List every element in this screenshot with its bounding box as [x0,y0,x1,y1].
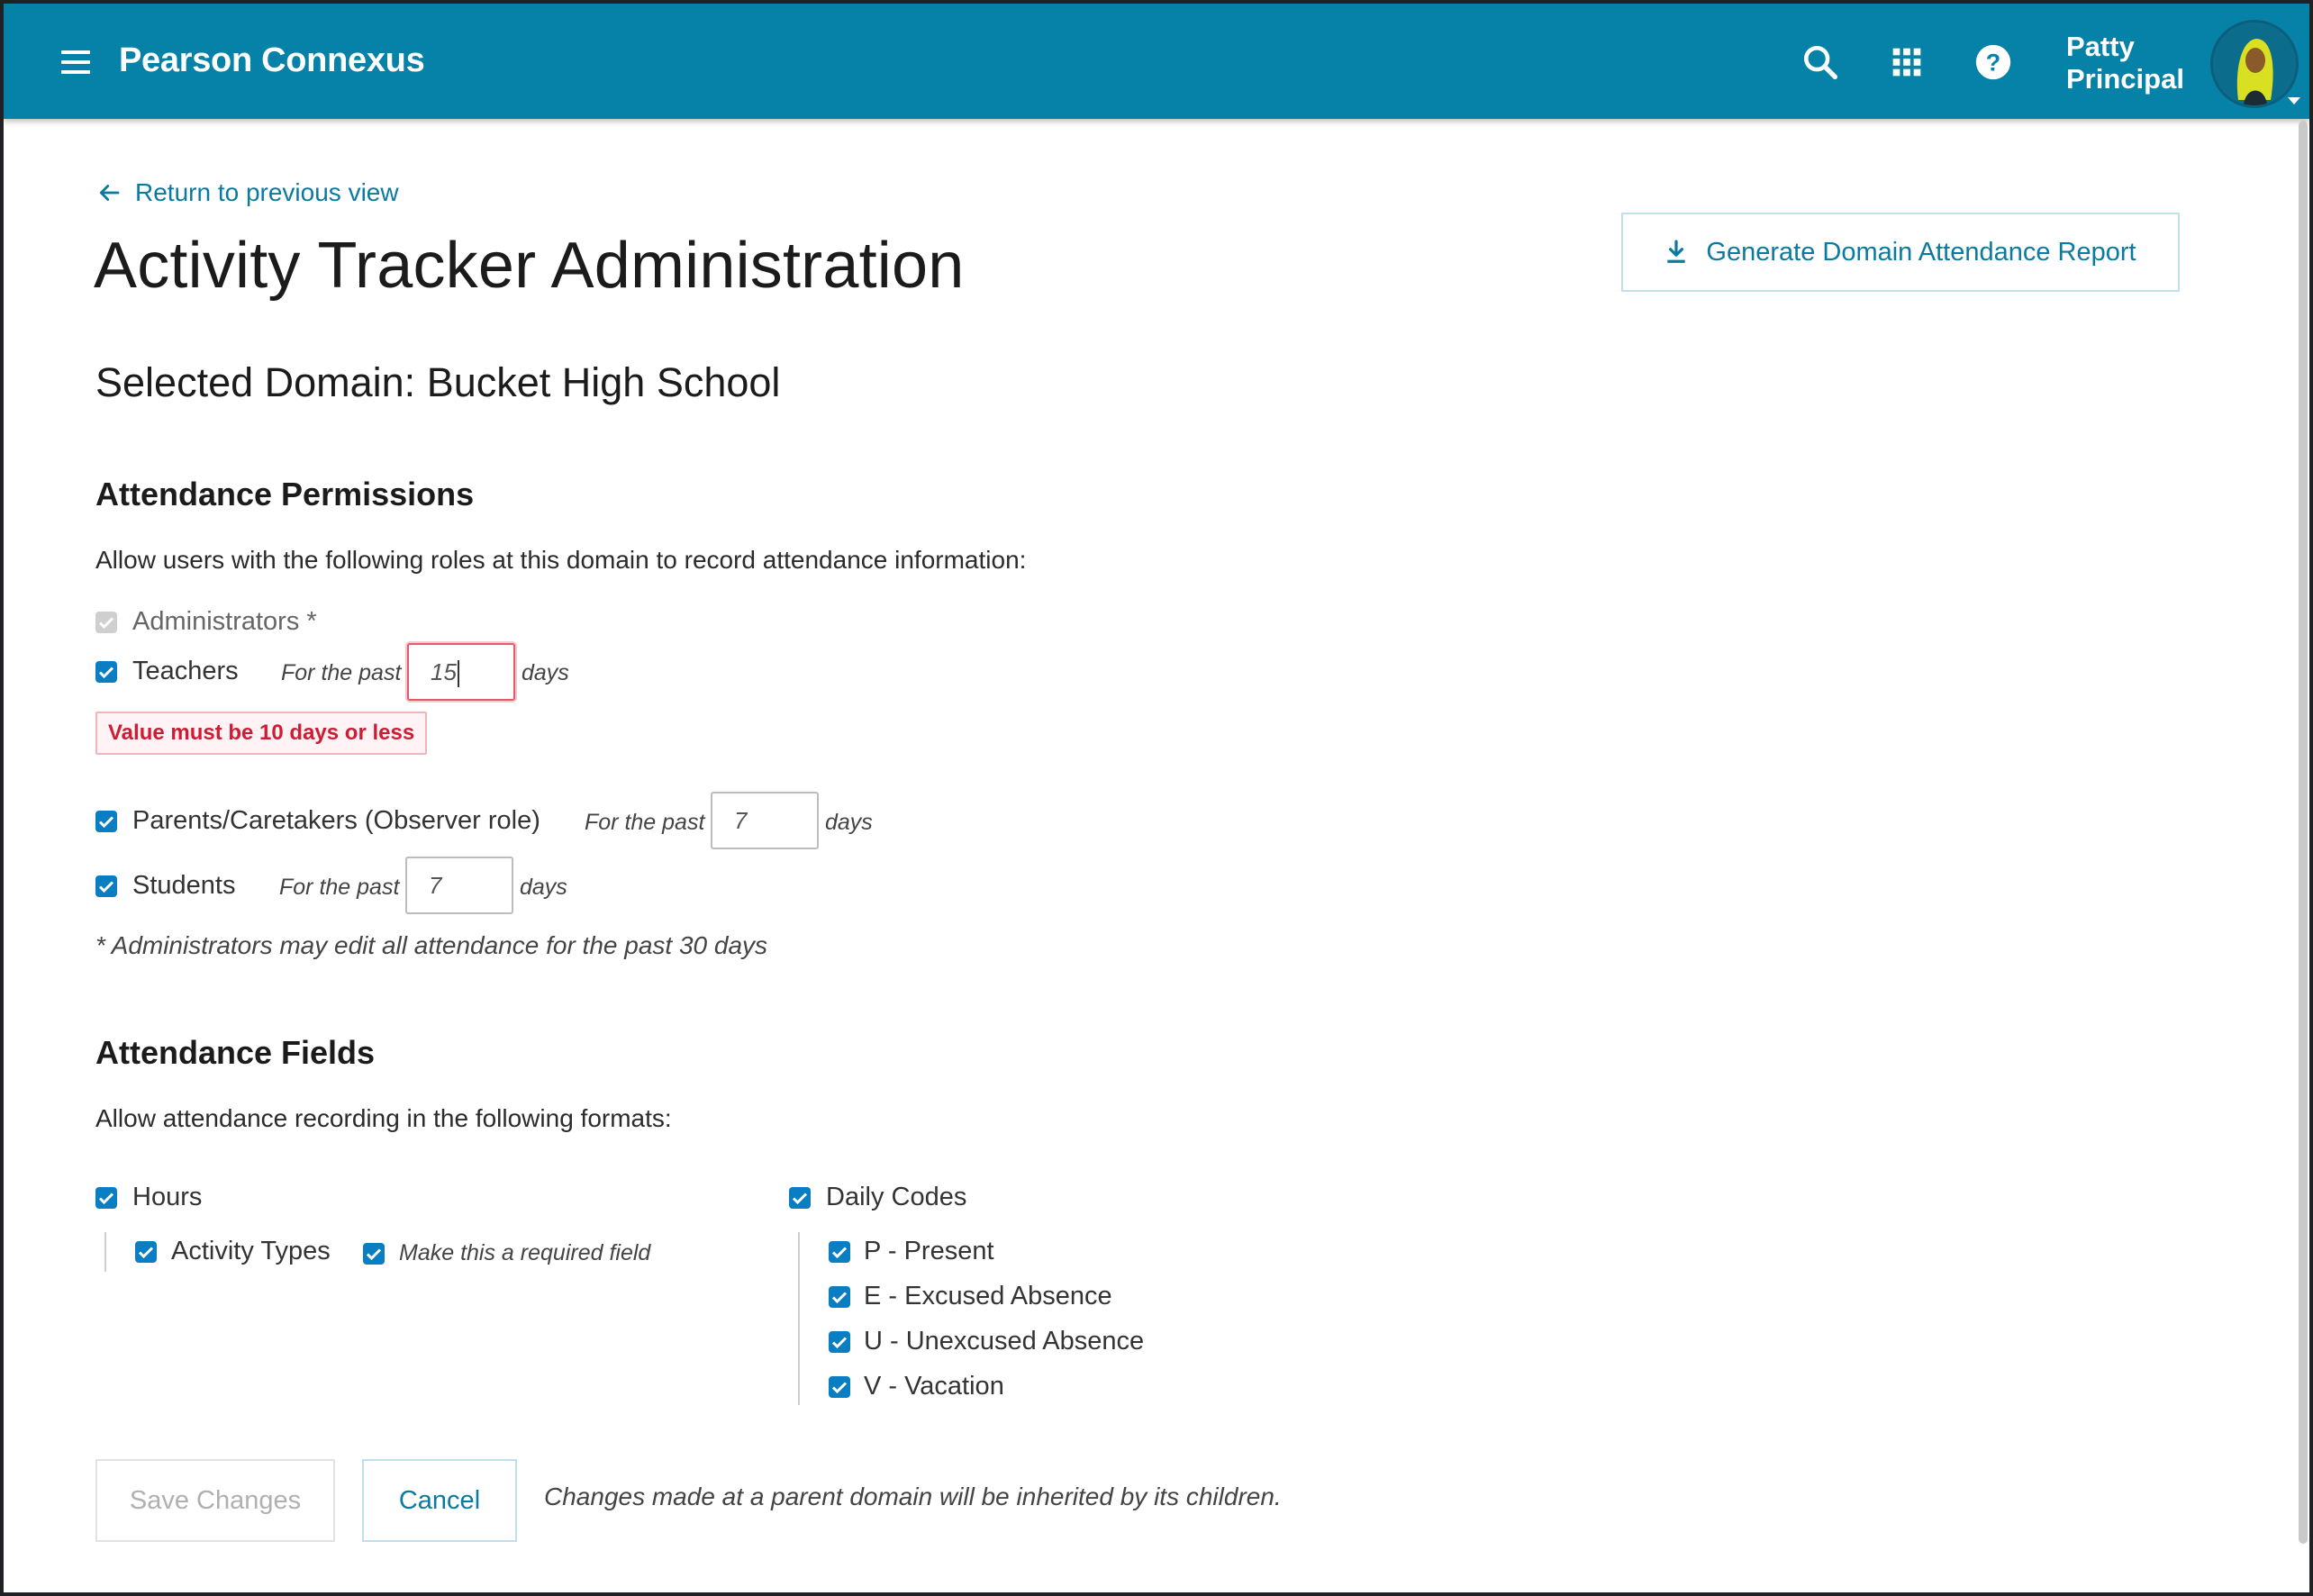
permissions-heading: Attendance Permissions [95,476,475,512]
administrators-note: * Administrators may edit all attendance… [95,931,768,959]
download-icon [1667,240,1686,263]
administrators-label: Administrators * [132,607,317,636]
code-excused-checkbox[interactable] [829,1286,850,1308]
app-window: Pearson Connexus ? Patty Principal Retur… [4,4,2309,1592]
help-icon[interactable]: ? [1973,41,2014,83]
generate-report-button[interactable]: Generate Domain Attendance Report [1621,213,2180,292]
cancel-button[interactable]: Cancel [362,1459,517,1542]
required-field-checkbox[interactable] [363,1243,385,1265]
inheritance-note: Changes made at a parent domain will be … [544,1483,1282,1510]
administrators-checkbox [95,612,117,633]
return-link[interactable]: Return to previous view [95,178,399,207]
chevron-down-icon[interactable] [2288,97,2300,104]
user-last-name: Principal [2066,63,2184,95]
page-title: Activity Tracker Administration [94,230,965,302]
fields-heading: Attendance Fields [95,1034,376,1071]
teachers-days-suffix: days [522,660,569,685]
save-changes-button[interactable]: Save Changes [95,1459,335,1542]
parents-days-suffix: days [825,810,873,835]
brand-name[interactable]: Pearson Connexus [119,41,425,80]
validation-error: Value must be 10 days or less [95,712,428,755]
user-first-name: Patty [2066,31,2135,62]
permissions-description: Allow users with the following roles at … [95,546,1027,574]
parents-checkbox[interactable] [95,811,117,832]
students-for-the-past: For the past [279,875,400,900]
students-days-suffix: days [520,875,567,900]
code-present-label: P - Present [864,1237,994,1265]
scrollbar[interactable] [2299,121,2308,1544]
hours-group-divider [104,1232,106,1272]
daily-codes-label: Daily Codes [826,1183,967,1211]
top-navigation-bar: Pearson Connexus ? Patty Principal [4,4,2309,119]
activity-types-checkbox[interactable] [135,1241,157,1263]
parents-label: Parents/Caretakers (Observer role) [132,806,540,835]
teachers-for-the-past: For the past [281,660,402,685]
code-present-checkbox[interactable] [829,1241,850,1263]
code-unexcused-checkbox[interactable] [829,1331,850,1353]
required-field-label: Make this a required field [399,1240,651,1265]
code-vacation-label: V - Vacation [864,1372,1004,1401]
activity-types-label: Activity Types [171,1237,331,1265]
return-link-label: Return to previous view [135,178,399,206]
apps-grid-icon[interactable] [1886,41,1928,83]
students-days-input[interactable]: 7 [405,857,513,914]
parents-days-input[interactable]: 7 [711,792,819,849]
hours-checkbox[interactable] [95,1187,117,1209]
students-checkbox[interactable] [95,875,117,897]
daily-codes-group-divider [798,1232,800,1405]
arrow-left-icon [99,185,120,201]
teachers-label: Teachers [132,657,239,685]
avatar[interactable] [2210,20,2299,108]
selected-domain: Selected Domain: Bucket High School [95,359,781,405]
hamburger-menu-icon[interactable] [61,50,90,74]
parents-for-the-past: For the past [585,810,705,835]
fields-description: Allow attendance recording in the follow… [95,1104,672,1132]
user-name[interactable]: Patty Principal [2066,31,2184,95]
generate-report-label: Generate Domain Attendance Report [1706,237,2136,267]
code-unexcused-label: U - Unexcused Absence [864,1327,1145,1356]
code-vacation-checkbox[interactable] [829,1376,850,1398]
code-excused-label: E - Excused Absence [864,1282,1112,1310]
teachers-checkbox[interactable] [95,661,117,683]
svg-text:?: ? [1986,50,2000,77]
search-icon[interactable] [1800,41,1841,83]
hours-label: Hours [132,1183,203,1211]
teachers-days-input[interactable]: 15 [407,643,515,701]
teachers-days-value: 15 [431,658,457,685]
students-label: Students [132,871,236,900]
daily-codes-checkbox[interactable] [789,1187,811,1209]
